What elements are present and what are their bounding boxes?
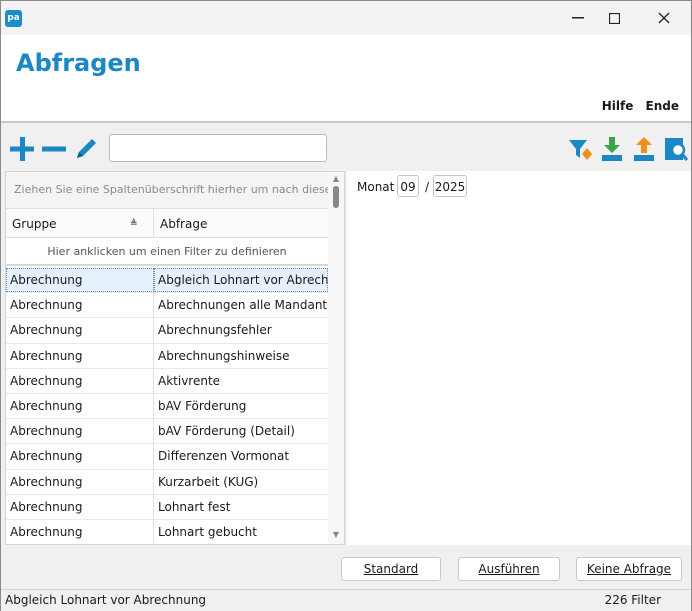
cell-gruppe: Abrechnung	[6, 444, 154, 469]
sort-ascending-icon: ≜	[130, 219, 138, 229]
column-header-abfrage-label: Abfrage	[160, 217, 208, 231]
cell-abfrage: bAV Förderung (Detail)	[158, 424, 295, 439]
app-logo-icon: pa	[5, 10, 22, 27]
column-header-gruppe[interactable]: Gruppe ≜	[6, 208, 154, 238]
cell-abfrage: Differenzen Vormonat	[158, 449, 290, 464]
upload-icon[interactable]	[631, 136, 657, 162]
run-button[interactable]: Ausführen	[458, 557, 560, 581]
scroll-up-icon[interactable]: ▲	[331, 174, 341, 184]
table-row[interactable]: Abrechnung bAV Förderung (Detail)	[6, 419, 328, 445]
table-row[interactable]: Abrechnung Kurzarbeit (KUG)	[6, 469, 328, 495]
cell-gruppe: Abrechnung	[6, 419, 154, 444]
toolbar	[1, 123, 691, 169]
status-selected-query: Abgleich Lohnart vor Abrechnung	[5, 593, 207, 607]
cell-abfrage: Abrechnungshinweise	[158, 348, 290, 363]
download-icon[interactable]	[599, 136, 625, 162]
maximize-button[interactable]	[591, 1, 637, 35]
table-row[interactable]: Abrechnung Aktivrente	[6, 368, 328, 394]
remove-icon[interactable]	[41, 136, 67, 162]
filter-row[interactable]: Hier anklicken um einen Filter zu defini…	[6, 238, 328, 266]
add-icon[interactable]	[9, 136, 35, 162]
vertical-scrollbar[interactable]: ▲ ▼	[328, 172, 344, 544]
cell-gruppe: Abrechnung	[6, 519, 154, 544]
table-row[interactable]: Abrechnung Lohnart fest	[6, 494, 328, 520]
table-row[interactable]: Abrechnung Abrechnungsfehler	[6, 318, 328, 344]
cell-abfrage: Lohnart fest	[158, 499, 231, 514]
column-header-abfrage[interactable]: Abfrage	[154, 208, 328, 238]
status-bar: Abgleich Lohnart vor Abrechnung 226 Filt…	[1, 589, 691, 611]
status-filter-count: 226 Filter	[604, 593, 661, 607]
group-panel-hint[interactable]: Ziehen Sie eine Spaltenüberschrift hierh…	[6, 172, 328, 208]
table-row[interactable]: Abrechnung Abrechnungshinweise	[6, 343, 328, 369]
cell-gruppe: Abrechnung	[6, 268, 154, 293]
cell-abfrage: Abrechnungsfehler	[158, 323, 272, 338]
cell-gruppe: Abrechnung	[6, 293, 154, 318]
cell-abfrage: Abgleich Lohnart vor Abrechr	[154, 268, 328, 293]
close-button[interactable]	[641, 1, 687, 35]
cell-abfrage: Abrechnungen alle Mandante	[158, 298, 328, 313]
column-header-gruppe-label: Gruppe	[12, 217, 57, 231]
search-preview-icon[interactable]	[663, 136, 689, 162]
search-input[interactable]	[109, 134, 327, 162]
month-input[interactable]: 09	[397, 175, 419, 197]
cell-abfrage: bAV Förderung	[158, 398, 247, 413]
grid-rows: Abrechnung Abgleich Lohnart vor Abrechr A…	[6, 268, 328, 544]
table-row[interactable]: Abrechnung bAV Förderung	[6, 393, 328, 420]
help-menu-item[interactable]: Hilfe	[602, 99, 634, 113]
table-row[interactable]: Abrechnung Abgleich Lohnart vor Abrechr	[6, 268, 328, 294]
cell-abfrage: Kurzarbeit (KUG)	[158, 474, 259, 489]
page-header: Abfragen Hilfe Ende	[1, 35, 691, 123]
cell-abfrage: Lohnart gebucht	[158, 524, 257, 539]
cell-gruppe: Abrechnung	[6, 469, 154, 494]
cell-gruppe: Abrechnung	[6, 393, 154, 419]
app-window: pa Abfragen Hilfe Ende Ziehen Sie eine S…	[0, 0, 692, 611]
title-bar: pa	[1, 1, 691, 35]
edit-pencil-icon[interactable]	[73, 136, 99, 162]
table-row[interactable]: Abrechnung Differenzen Vormonat	[6, 444, 328, 470]
filter-icon[interactable]	[567, 136, 593, 162]
cell-gruppe: Abrechnung	[6, 343, 154, 368]
cell-gruppe: Abrechnung	[6, 368, 154, 393]
scroll-down-icon[interactable]: ▼	[331, 530, 341, 540]
end-menu-item[interactable]: Ende	[646, 99, 679, 113]
year-input[interactable]: 2025	[433, 175, 467, 197]
date-separator: /	[425, 180, 430, 194]
parameter-panel: Monat 09 / 2025	[347, 171, 691, 545]
header-menu: Hilfe Ende	[594, 99, 679, 113]
standard-button[interactable]: Standard	[341, 557, 441, 581]
table-row[interactable]: Abrechnung Lohnart gebucht	[6, 519, 328, 544]
month-label: Monat	[357, 180, 395, 194]
cell-gruppe: Abrechnung	[6, 318, 154, 343]
no-query-button[interactable]: Keine Abfrage	[576, 557, 682, 581]
cell-abfrage: Aktivrente	[158, 373, 221, 388]
page-title: Abfragen	[16, 49, 141, 77]
table-row[interactable]: Abrechnung Abrechnungen alle Mandante	[6, 293, 328, 319]
cell-gruppe: Abrechnung	[6, 494, 154, 519]
query-grid: Ziehen Sie eine Spaltenüberschrift hierh…	[5, 171, 345, 545]
scrollbar-thumb[interactable]	[333, 186, 339, 208]
